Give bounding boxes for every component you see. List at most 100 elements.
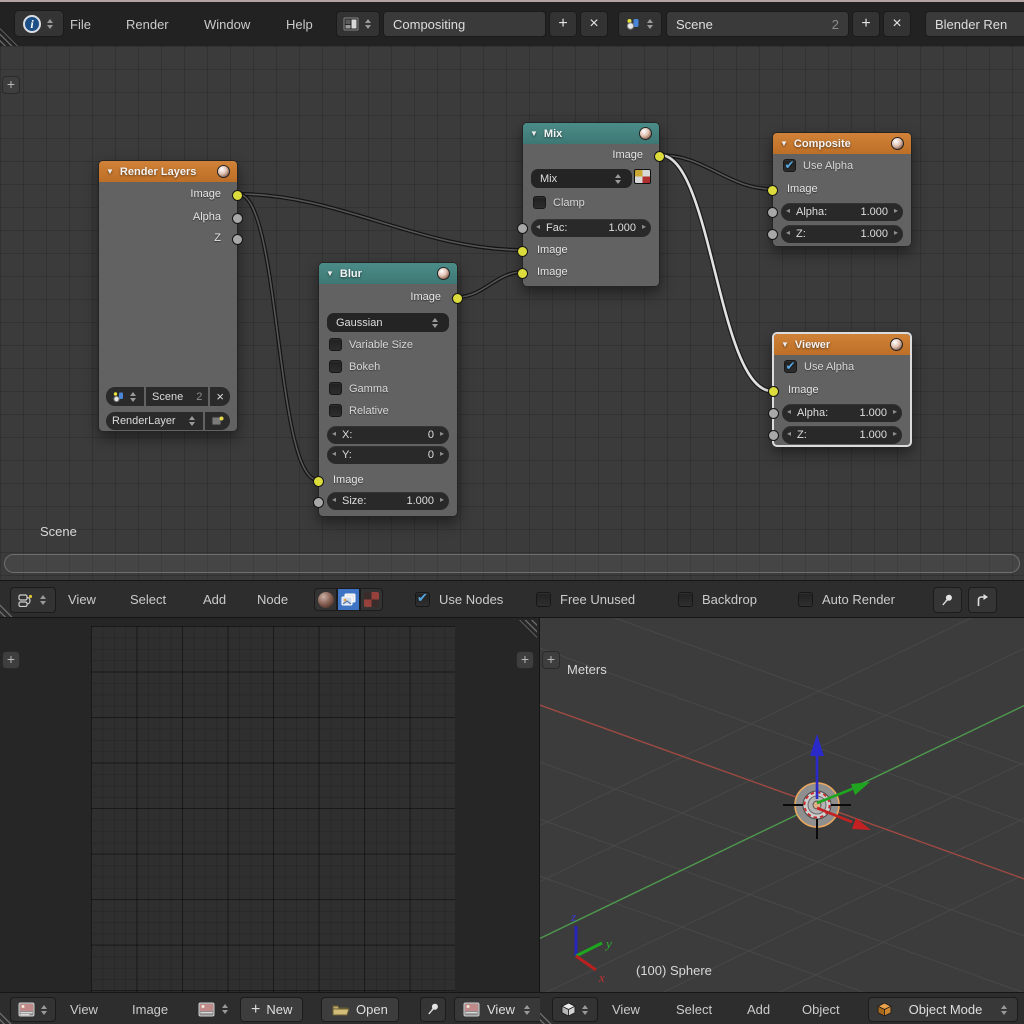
stepper-arrows[interactable]	[613, 174, 623, 184]
pin-button[interactable]	[933, 587, 962, 613]
socket-fac-input[interactable]	[517, 223, 528, 234]
corner-resize-grip[interactable]	[519, 620, 537, 638]
alpha-number-field[interactable]: Alpha:1.000	[782, 404, 902, 422]
socket-image-output[interactable]	[654, 151, 665, 162]
menu-view[interactable]: View	[612, 993, 640, 1024]
use-alpha-checkbox[interactable]: ✔ Use Alpha	[783, 159, 853, 172]
node-editor-canvas[interactable]: ▼ Render Layers Image Alpha Z Scen	[0, 46, 1024, 580]
x-number-field[interactable]: X:0	[327, 426, 449, 444]
mode-select[interactable]: Object Mode	[868, 997, 1018, 1022]
scene-field[interactable]: Scene 2	[666, 11, 849, 37]
menu-object[interactable]: Object	[802, 993, 840, 1024]
backdrop-checkbox[interactable]: Backdrop	[678, 581, 757, 617]
fac-number-field[interactable]: Fac:1.000	[531, 219, 651, 237]
screen-layout-field[interactable]: Compositing	[383, 11, 546, 37]
menu-render[interactable]: Render	[126, 2, 169, 46]
gamma-checkbox[interactable]: Gamma	[329, 382, 388, 395]
menu-select[interactable]: Select	[676, 993, 712, 1024]
socket-z-output[interactable]	[232, 234, 243, 245]
color-swatch-button[interactable]	[634, 169, 651, 184]
stepper-arrows[interactable]	[430, 318, 440, 328]
display-mode-select[interactable]: View	[454, 997, 554, 1022]
socket-image2-input[interactable]	[517, 268, 528, 279]
node-header[interactable]: ▼ Render Layers	[99, 161, 237, 182]
stepper-arrows[interactable]	[645, 19, 655, 29]
socket-image-output[interactable]	[232, 190, 243, 201]
collapse-icon[interactable]: ▼	[326, 269, 334, 278]
collapse-icon[interactable]: ▼	[106, 167, 114, 176]
render-layer-icon-button[interactable]	[205, 412, 230, 430]
socket-alpha-output[interactable]	[232, 213, 243, 224]
stepper-arrows[interactable]	[39, 1005, 49, 1015]
variable-size-checkbox[interactable]: Variable Size	[329, 338, 413, 351]
editor-type-selector-nodes[interactable]	[10, 587, 56, 613]
stepper-arrows[interactable]	[45, 19, 55, 29]
stepper-arrows[interactable]	[999, 1005, 1009, 1015]
link-blur-to-mix[interactable]	[458, 272, 522, 297]
new-image-button[interactable]: + New	[240, 997, 303, 1022]
socket-image-input[interactable]	[767, 185, 778, 196]
toolshelf-expand-button[interactable]: +	[2, 76, 20, 94]
pin-button[interactable]	[420, 997, 446, 1022]
menu-window[interactable]: Window	[204, 2, 250, 46]
auto-render-checkbox[interactable]: Auto Render	[798, 581, 895, 617]
menu-add[interactable]: Add	[747, 993, 770, 1024]
node-header[interactable]: ▼ Viewer	[774, 334, 910, 355]
size-number-field[interactable]: Size:1.000	[327, 492, 449, 510]
node-viewer[interactable]: ▼ Viewer ✔ Use Alpha Image Alpha:1.000 Z…	[772, 332, 912, 447]
menu-view[interactable]: View	[70, 993, 98, 1024]
scene-selector-row[interactable]: Scene 2 ×	[106, 387, 230, 406]
collapse-icon[interactable]: ▼	[781, 340, 789, 349]
socket-z-input[interactable]	[768, 430, 779, 441]
link-mix-to-viewer[interactable]	[660, 155, 772, 391]
node-header[interactable]: ▼ Mix	[523, 123, 659, 144]
stepper-arrows[interactable]	[580, 1005, 590, 1015]
stepper-arrows[interactable]	[187, 416, 197, 426]
socket-z-input[interactable]	[767, 229, 778, 240]
stepper-arrows[interactable]	[38, 595, 48, 605]
collapse-icon[interactable]: ▼	[530, 129, 538, 138]
scene-browse-button[interactable]	[106, 387, 144, 406]
stepper-arrows[interactable]	[128, 392, 138, 402]
menu-file[interactable]: File	[70, 2, 91, 46]
delete-scene-button[interactable]: ×	[883, 11, 911, 37]
image-datablock-browse[interactable]	[198, 993, 230, 1024]
socket-image-input[interactable]	[313, 476, 324, 487]
add-screen-button[interactable]: +	[549, 11, 577, 37]
properties-expand-button[interactable]: +	[516, 651, 534, 669]
menu-node[interactable]: Node	[257, 581, 288, 617]
use-nodes-checkbox[interactable]: ✔ Use Nodes	[415, 581, 503, 617]
use-alpha-checkbox[interactable]: ✔ Use Alpha	[784, 360, 854, 373]
node-composite[interactable]: ▼ Composite ✔ Use Alpha Image Alpha:1.00…	[772, 132, 912, 247]
unlink-scene-button[interactable]: ×	[210, 387, 230, 406]
socket-alpha-input[interactable]	[767, 207, 778, 218]
stepper-arrows[interactable]	[220, 1004, 230, 1014]
delete-screen-button[interactable]: ×	[580, 11, 608, 37]
node-mix[interactable]: ▼ Mix Image Mix Clamp Fac:1.000 Image	[522, 122, 660, 287]
socket-image-output[interactable]	[452, 293, 463, 304]
z-number-field[interactable]: Z:1.000	[781, 225, 903, 243]
link-renderlayers-to-blur[interactable]	[238, 194, 318, 480]
go-to-parent-button[interactable]	[968, 587, 997, 613]
scene-name-field[interactable]: Scene 2	[146, 387, 208, 406]
link-renderlayers-to-mix[interactable]	[238, 194, 522, 250]
blend-type-select[interactable]: Mix	[531, 169, 632, 188]
scene-icon-button[interactable]	[618, 11, 662, 37]
add-scene-button[interactable]: +	[852, 11, 880, 37]
editor-type-selector-3d[interactable]	[552, 997, 598, 1022]
stepper-arrows[interactable]	[522, 1005, 532, 1015]
z-number-field[interactable]: Z:1.000	[782, 426, 902, 444]
stepper-arrows[interactable]	[363, 19, 373, 29]
node-header[interactable]: ▼ Blur	[319, 263, 457, 284]
alpha-number-field[interactable]: Alpha:1.000	[781, 203, 903, 221]
menu-add[interactable]: Add	[203, 581, 226, 617]
socket-size-input[interactable]	[313, 497, 324, 508]
socket-alpha-input[interactable]	[768, 408, 779, 419]
y-number-field[interactable]: Y:0	[327, 446, 449, 464]
socket-image-input[interactable]	[768, 386, 779, 397]
node-header[interactable]: ▼ Composite	[773, 133, 911, 154]
editor-type-selector-info[interactable]: i	[14, 10, 64, 37]
menu-select[interactable]: Select	[130, 581, 166, 617]
menu-help[interactable]: Help	[286, 2, 313, 46]
texture-nodes-toggle[interactable]	[360, 588, 383, 611]
